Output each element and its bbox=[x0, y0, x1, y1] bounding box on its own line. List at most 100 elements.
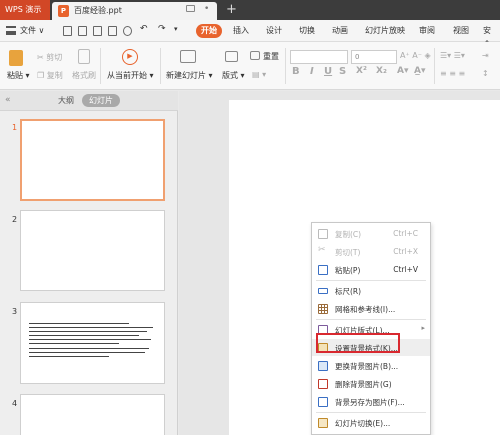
reset-button[interactable]: 重置 bbox=[263, 51, 279, 62]
section-button[interactable]: ▤ ▾ bbox=[252, 70, 266, 79]
save-icon[interactable] bbox=[78, 26, 87, 36]
slide-number: 2 bbox=[12, 215, 18, 224]
grid-icon bbox=[318, 304, 328, 314]
copy-button[interactable]: ❐ 复制 bbox=[37, 70, 63, 81]
app-name: WPS 演示 bbox=[5, 5, 42, 14]
context-menu-item-cut[interactable]: ✂ 剪切(T) Ctrl+X bbox=[312, 243, 430, 260]
app-tab[interactable]: WPS 演示 bbox=[0, 0, 50, 20]
tab-design[interactable]: 设计 bbox=[261, 24, 287, 38]
bullet-list-button[interactable]: ☰▾ ☰▾ bbox=[440, 51, 465, 60]
collapse-pane-icon[interactable]: « bbox=[5, 95, 11, 105]
file-menu[interactable]: 文件 ∨ bbox=[20, 25, 44, 36]
font-size-field[interactable]: 0 bbox=[351, 50, 397, 64]
submenu-arrow-icon: ▸ bbox=[421, 324, 425, 332]
thumbnail-text-line bbox=[29, 339, 151, 340]
print-preview-icon[interactable] bbox=[108, 26, 117, 36]
context-menu-item-transition[interactable]: 幻灯片切换(E)... bbox=[312, 414, 430, 431]
format-painter-button[interactable]: 格式刷 bbox=[72, 70, 96, 81]
paste-icon[interactable] bbox=[9, 50, 23, 66]
paste-button[interactable]: 粘贴 ▾ bbox=[7, 70, 30, 81]
italic-button[interactable]: I bbox=[310, 66, 314, 77]
menu-item-label: 删除背景图片(G) bbox=[335, 380, 392, 389]
copy-icon bbox=[318, 229, 328, 239]
from-current-button[interactable]: 从当前开始 ▾ bbox=[107, 70, 154, 81]
print-icon[interactable] bbox=[93, 26, 102, 36]
menu-item-label: 幻灯片切换(E)... bbox=[335, 419, 391, 428]
menu-item-label: 更换背景图片(B)... bbox=[335, 362, 399, 371]
add-tab-icon[interactable]: + bbox=[226, 1, 237, 19]
thumbnail-text-line bbox=[29, 335, 139, 336]
close-tab-icon[interactable]: • bbox=[204, 4, 209, 14]
strikethrough-button[interactable]: S bbox=[339, 66, 346, 77]
menu-bar: 文件 ∨ ↶ ↷ ▾ 开始 插入 设计 切换 动画 幻灯片放映 审阅 视图 安全 bbox=[0, 20, 500, 49]
play-icon: ▶ bbox=[122, 49, 138, 65]
tab-outline[interactable]: 大纲 bbox=[58, 95, 74, 106]
new-slide-icon bbox=[180, 50, 196, 63]
slide-number: 1 bbox=[12, 123, 18, 132]
underline-button[interactable]: U bbox=[324, 66, 332, 77]
delete-background-icon bbox=[318, 379, 328, 389]
document-tab-title: 百度经验.ppt bbox=[74, 6, 122, 15]
ribbon-divider bbox=[100, 48, 101, 84]
font-size-controls[interactable]: A⁺ A⁻ ◈ bbox=[400, 51, 431, 60]
slide-number: 4 bbox=[12, 399, 18, 408]
tab-view[interactable]: 视图 bbox=[448, 24, 474, 38]
format-painter-icon bbox=[78, 49, 90, 64]
redo-icon[interactable]: ↷ bbox=[158, 24, 167, 34]
layout-icon bbox=[225, 51, 238, 62]
tab-home[interactable]: 开始 bbox=[196, 24, 222, 38]
cut-button[interactable]: ✂ 剪切 bbox=[37, 52, 62, 63]
tab-monitor-icon[interactable] bbox=[186, 5, 195, 12]
title-bar: WPS 演示 P 百度经验.ppt • + bbox=[0, 0, 500, 20]
save-background-icon bbox=[318, 397, 328, 407]
subscript-button[interactable]: X₂ bbox=[376, 66, 387, 76]
quick-access-more-icon[interactable]: ▾ bbox=[174, 25, 183, 35]
undo-icon[interactable]: ↶ bbox=[140, 24, 149, 34]
slide-thumbnail-2[interactable] bbox=[20, 210, 165, 291]
thumbnail-text-line bbox=[29, 348, 149, 349]
thumbnail-text-line bbox=[29, 323, 129, 324]
context-menu-item-grid[interactable]: 网格和参考线(I)... bbox=[312, 300, 430, 317]
menu-item-shortcut: Ctrl+X bbox=[393, 247, 418, 256]
refresh-icon[interactable] bbox=[123, 26, 132, 36]
bold-button[interactable]: B bbox=[292, 66, 300, 77]
slide-thumbnail-3[interactable] bbox=[20, 302, 165, 384]
font-color-button[interactable]: A▾ bbox=[397, 66, 408, 76]
context-menu-item-copy[interactable]: 复制(C) Ctrl+C bbox=[312, 225, 430, 242]
tab-slideshow[interactable]: 幻灯片放映 bbox=[360, 24, 410, 38]
menu-item-shortcut: Ctrl+V bbox=[393, 265, 418, 274]
tab-review[interactable]: 审阅 bbox=[414, 24, 440, 38]
layout-button[interactable]: 版式 ▾ bbox=[222, 70, 245, 81]
slide-thumbnail-4[interactable] bbox=[20, 394, 165, 435]
thumbnail-text-line bbox=[29, 327, 153, 328]
open-icon[interactable] bbox=[63, 26, 72, 36]
thumbnail-text-line bbox=[29, 352, 145, 353]
ruler-icon bbox=[318, 288, 328, 294]
context-menu-item-paste[interactable]: 粘贴(P) Ctrl+V bbox=[312, 261, 430, 278]
tab-transition[interactable]: 切换 bbox=[294, 24, 320, 38]
superscript-button[interactable]: X² bbox=[356, 66, 367, 76]
line-spacing-button[interactable]: ↕ bbox=[482, 69, 489, 78]
tab-animation[interactable]: 动画 bbox=[327, 24, 353, 38]
context-menu-item-change-background[interactable]: 更换背景图片(B)... bbox=[312, 357, 430, 374]
tab-slides[interactable]: 幻灯片 bbox=[82, 94, 120, 107]
menu-separator bbox=[316, 412, 426, 413]
context-menu-item-save-background[interactable]: 背景另存为图片(F)... bbox=[312, 393, 430, 410]
menu-item-label: 网格和参考线(I)... bbox=[335, 305, 396, 314]
context-menu-item-delete-background[interactable]: 删除背景图片(G) bbox=[312, 375, 430, 392]
menu-separator bbox=[316, 319, 426, 320]
text-effect-button[interactable]: A̲▾ bbox=[414, 66, 425, 76]
tab-insert[interactable]: 插入 bbox=[228, 24, 254, 38]
slide-thumbnail-1[interactable] bbox=[20, 119, 165, 201]
new-slide-button[interactable]: 新建幻灯片 ▾ bbox=[166, 70, 213, 81]
menu-item-label: 粘贴(P) bbox=[335, 266, 361, 275]
align-buttons[interactable]: ≡ ≡ ≡ bbox=[440, 69, 465, 78]
indent-button[interactable]: ⇥ bbox=[482, 51, 489, 60]
paste-icon bbox=[318, 265, 328, 275]
context-menu-item-ruler[interactable]: 标尺(R) bbox=[312, 282, 430, 299]
menu-item-label: 标尺(R) bbox=[335, 287, 362, 296]
hamburger-menu-icon[interactable] bbox=[6, 26, 16, 35]
menu-separator bbox=[316, 280, 426, 281]
font-name-field[interactable] bbox=[290, 50, 348, 64]
ppt-file-icon: P bbox=[58, 5, 69, 17]
